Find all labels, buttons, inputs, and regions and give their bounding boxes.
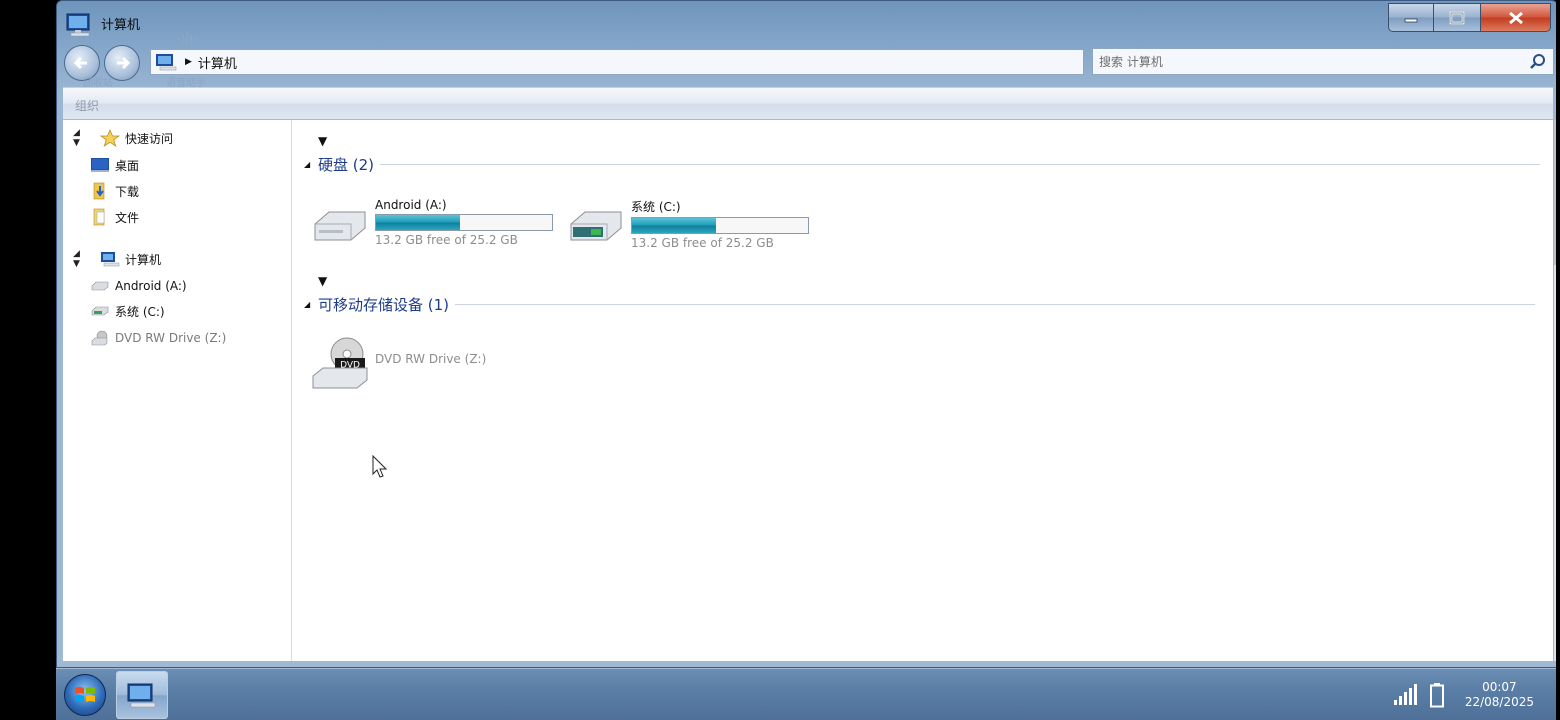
expand-toggle-icon[interactable]: ◢ ▼: [73, 249, 87, 269]
sidebar-item-label: 快速访问: [125, 131, 174, 146]
drive-usage-fill: [632, 218, 716, 233]
close-icon: [1508, 11, 1523, 24]
minimize-icon: [1404, 18, 1418, 22]
drive-item-a[interactable]: Android (A:) 13.2 GB free of 25.2 GB: [311, 198, 553, 247]
hard-drive-icon: [89, 277, 111, 295]
computer-icon: [127, 683, 156, 708]
windows-logo-icon: [75, 687, 95, 702]
content-pane: ▼ ◢ 硬盘 (2) Android (A:) 13.2 GB free of …: [293, 120, 1553, 661]
hard-drive-icon: [311, 198, 369, 242]
arrow-left-icon: [73, 56, 87, 70]
sidebar-item-downloads[interactable]: 下载: [89, 182, 139, 200]
sidebar-item-desktop[interactable]: 桌面: [89, 156, 139, 174]
group-header-removable[interactable]: ◢ 可移动存储设备 (1): [304, 294, 1536, 315]
taskbar: 00:07 22/08/2025: [56, 668, 1558, 720]
group-title: 硬盘 (2): [318, 156, 375, 174]
computer-icon: [99, 250, 121, 268]
signal-strength-icon[interactable]: [1393, 684, 1419, 706]
group-divider: [380, 164, 1541, 165]
sidebar-item-label: 下载: [115, 184, 140, 199]
expand-toggle-icon[interactable]: ◢ ▼: [73, 128, 87, 148]
address-bar[interactable]: ▶ 计算机: [150, 49, 1084, 75]
star-icon: [99, 129, 121, 147]
start-button[interactable]: [64, 674, 106, 716]
battery-icon[interactable]: [1429, 682, 1445, 708]
drive-usage-bar: [375, 214, 553, 231]
drive-item-c[interactable]: 系统 (C:) 13.2 GB free of 25.2 GB: [567, 198, 809, 250]
desktop-right-edge: [1556, 0, 1560, 720]
maximize-button[interactable]: [1434, 3, 1481, 32]
voice-assistant-icon: [177, 31, 199, 50]
search-input[interactable]: 搜索 计算机: [1099, 53, 1527, 70]
desktop-icon: [89, 156, 111, 174]
sidebar-item-label: DVD RW Drive (Z:): [115, 331, 227, 345]
sidebar-item-label: Android (A:): [115, 279, 187, 293]
dvd-drive-icon: [89, 329, 111, 347]
clock-date: 22/08/2025: [1464, 695, 1534, 709]
taskbar-item-computer[interactable]: [116, 671, 168, 719]
clock-time: 00:07: [1482, 680, 1517, 694]
sidebar-item-computer[interactable]: ◢ ▼ 计算机: [73, 249, 161, 269]
explorer-window: 计算机 回收站 语音助手 ▶ 计算机 搜索 计算机 组织 ◢ ▼ 快速访问 桌面…: [56, 0, 1559, 668]
computer-icon: [155, 52, 179, 72]
drive-name: DVD RW Drive (Z:): [375, 352, 487, 366]
breadcrumb-computer[interactable]: 计算机: [198, 53, 237, 72]
organize-button[interactable]: 组织: [75, 97, 99, 114]
group-toggle-icon[interactable]: ◢: [304, 300, 310, 309]
navigation-pane: ◢ ▼ 快速访问 桌面 下载 文件 ◢ ▼ 计算机 Android (A:) 系…: [63, 120, 292, 661]
restore-icon: [1449, 11, 1465, 24]
downloads-folder-icon: [89, 182, 111, 200]
search-box[interactable]: 搜索 计算机: [1092, 48, 1554, 75]
arrow-right-icon: [117, 56, 131, 70]
sidebar-item-documents[interactable]: 文件: [89, 208, 139, 226]
sidebar-item-drive-a[interactable]: Android (A:): [89, 277, 187, 295]
sidebar-item-drive-z[interactable]: DVD RW Drive (Z:): [89, 329, 226, 347]
group-title: 可移动存储设备 (1): [318, 296, 450, 314]
window-controls: [1388, 3, 1551, 32]
drive-name: 系统 (C:): [631, 200, 681, 214]
sidebar-item-quick-access[interactable]: ◢ ▼ 快速访问: [73, 128, 173, 148]
minimize-button[interactable]: [1388, 3, 1434, 32]
desktop-left-edge: [0, 0, 56, 720]
sidebar-item-label: 桌面: [115, 158, 140, 173]
documents-folder-icon: [89, 208, 111, 226]
collapse-arrow-icon[interactable]: ▼: [318, 134, 327, 148]
drive-item-dvd[interactable]: DVD DVD RW Drive (Z:): [311, 336, 487, 389]
close-button[interactable]: [1481, 3, 1551, 32]
sidebar-item-label: 计算机: [125, 252, 162, 267]
system-drive-icon: [567, 198, 625, 242]
system-tray: 00:07 22/08/2025: [1383, 669, 1558, 720]
group-divider: [455, 304, 1536, 305]
mouse-cursor-icon: [372, 454, 388, 482]
explorer-content: ◢ ▼ 快速访问 桌面 下载 文件 ◢ ▼ 计算机 Android (A:) 系…: [63, 120, 1559, 661]
command-bar: 组织: [63, 87, 1553, 120]
drive-usage-bar: [631, 217, 809, 234]
search-icon[interactable]: [1527, 51, 1549, 73]
sidebar-item-label: 文件: [115, 210, 140, 225]
group-header-hard-disks[interactable]: ◢ 硬盘 (2): [304, 154, 1541, 175]
system-drive-icon: [89, 302, 111, 320]
drive-usage-fill: [376, 215, 460, 230]
sidebar-item-label: 系统 (C:): [115, 304, 165, 319]
window-title: 计算机: [101, 18, 141, 33]
group-toggle-icon[interactable]: ◢: [304, 160, 310, 169]
breadcrumb-arrow-icon[interactable]: ▶: [185, 57, 192, 67]
clock[interactable]: 00:07 22/08/2025: [1465, 680, 1534, 710]
dvd-drive-icon: DVD: [311, 336, 369, 389]
sidebar-item-drive-c[interactable]: 系统 (C:): [89, 302, 165, 320]
drive-free-space: 13.2 GB free of 25.2 GB: [631, 236, 774, 250]
drive-free-space: 13.2 GB free of 25.2 GB: [375, 233, 518, 247]
computer-icon: [65, 11, 95, 37]
drive-name: Android (A:): [375, 198, 447, 212]
collapse-arrow-icon[interactable]: ▼: [318, 274, 327, 288]
